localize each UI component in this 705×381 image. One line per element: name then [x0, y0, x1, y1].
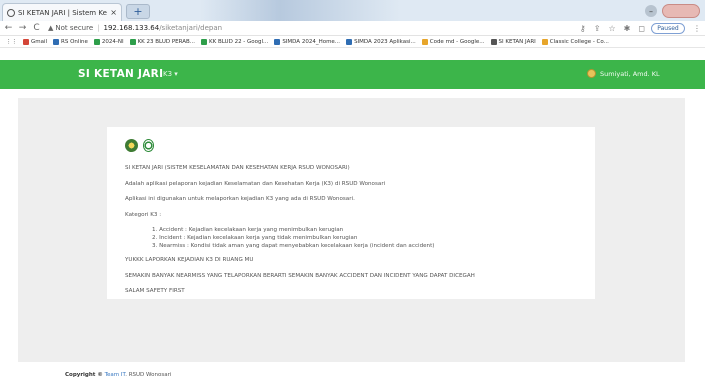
not-secure-warning-icon: ▲: [48, 24, 54, 32]
info-card: SI KETAN JARI (SISTEM KESELAMATAN DAN KE…: [107, 127, 595, 299]
bookmark-icon: [421, 38, 428, 45]
nearmiss-message: SEMAKIN BANYAK NEARMISS YANG TELAPORKAN …: [125, 272, 475, 279]
browser-tab[interactable]: SI KETAN JARI | Sistem Keselama ×: [2, 3, 122, 21]
category-item: 3. Nearmiss : Kondisi tidak aman yang da…: [152, 243, 435, 249]
user-name: Sumiyati, Amd. KL: [600, 69, 660, 78]
app-brand[interactable]: SI KETAN JARI: [78, 68, 163, 80]
app-navbar: SI KETAN JARI K3 ▾ Sumiyati, Amd. KL: [0, 60, 705, 89]
profile-chip[interactable]: [662, 4, 700, 18]
bookmarks-bar: ⋮⋮ Gmail RS Online 2024-NI KK 23 BLUD PE…: [0, 36, 705, 48]
bookmark-icon: [201, 38, 208, 45]
call-to-action: YUKKK LAPORKAN KEJADIAN K3 DI RUANG MU: [125, 257, 254, 263]
share-icon[interactable]: ⇪: [594, 24, 601, 33]
copyright-label: Copyright ©: [65, 372, 103, 378]
app-purpose: Aplikasi ini digunakan untuk melaporkan …: [125, 196, 355, 202]
bookmark-item[interactable]: KK BLUD 22 - Googl...: [201, 38, 268, 45]
menu-icon[interactable]: ⋮: [693, 24, 701, 33]
not-secure-label: Not secure: [55, 24, 94, 32]
key-icon[interactable]: ⚷: [580, 24, 586, 33]
address-bar[interactable]: ▲ Not secure | 192.168.133.64 /siketanja…: [48, 22, 572, 34]
k3-menu-dropdown[interactable]: K3 ▾: [163, 70, 178, 78]
new-tab-button[interactable]: +: [126, 4, 150, 19]
tab-title: SI KETAN JARI | Sistem Keselama: [18, 8, 107, 17]
window-minimize-icon[interactable]: –: [645, 5, 657, 17]
extensions-icon[interactable]: ✱: [624, 24, 631, 33]
category-list: 1. Accident : Kejadian kecelakaan kerja …: [152, 226, 585, 250]
sidebar-icon[interactable]: ◻: [638, 24, 645, 33]
address-path: /siketanjari/depan: [159, 24, 223, 32]
bookmark-icon: [541, 38, 548, 45]
address-separator: |: [97, 24, 100, 32]
forward-icon[interactable]: →: [17, 23, 28, 33]
bookmark-item[interactable]: SI KETAN JARI: [490, 38, 536, 45]
apps-icon[interactable]: ⋮⋮: [6, 39, 17, 45]
footer: Copyright © Team IT. RSUD Wonosari: [65, 372, 171, 378]
tab-close-icon[interactable]: ×: [110, 8, 117, 17]
user-avatar-icon: [587, 69, 596, 78]
category-heading: Kategori K3 :: [125, 211, 162, 218]
browser-tab-strip: SI KETAN JARI | Sistem Keselama × + –: [0, 0, 705, 21]
app-description: Adalah aplikasi pelaporan kejadian Kesel…: [125, 180, 386, 187]
bookmark-icon: [53, 38, 60, 45]
bookmark-icon: [129, 38, 136, 45]
bookmark-item[interactable]: Gmail: [23, 38, 47, 45]
bookmark-star-icon[interactable]: ☆: [608, 24, 615, 33]
browser-toolbar: ← → C ▲ Not secure | 192.168.133.64 /sik…: [0, 21, 705, 36]
app-description-title: SI KETAN JARI (SISTEM KESELAMATAN DAN KE…: [125, 165, 350, 171]
category-item: 1. Accident : Kejadian kecelakaan kerja …: [152, 227, 344, 233]
logo-group: [125, 139, 154, 152]
bookmark-item[interactable]: SIMDA 2024_Home...: [274, 38, 340, 45]
bookmark-item[interactable]: Code md - Google...: [421, 38, 485, 45]
bookmark-item[interactable]: Classic College - Co...: [541, 38, 609, 45]
team-link[interactable]: Team IT: [105, 372, 126, 378]
hospital-logo: [143, 139, 154, 152]
tabbar-decoration: [200, 0, 400, 21]
reload-icon[interactable]: C: [31, 23, 42, 33]
user-menu[interactable]: Sumiyati, Amd. KL: [587, 69, 660, 78]
footer-org: . RSUD Wonosari: [125, 372, 172, 378]
bookmark-item[interactable]: 2024-NI: [93, 38, 124, 45]
category-item: 2. Incident : Kejadian kecelakaan kerja …: [152, 235, 358, 241]
address-host: 192.168.133.64: [103, 24, 160, 32]
safety-greeting: SALAM SAFETY FIRST: [125, 288, 185, 294]
bookmark-item[interactable]: RS Online: [53, 38, 88, 45]
bookmark-item[interactable]: SIMDA 2023 Aplikasi...: [346, 38, 416, 45]
site-favicon-icon: [7, 8, 15, 17]
paused-profile-button[interactable]: Paused: [651, 22, 685, 34]
bookmark-icon: [490, 38, 497, 45]
regency-logo: [125, 139, 138, 152]
bookmark-item[interactable]: KK 23 BLUD PERAB...: [129, 38, 195, 45]
back-icon[interactable]: ←: [3, 23, 14, 33]
bookmark-icon: [274, 38, 281, 45]
card-body: SI KETAN JARI (SISTEM KESELAMATAN DAN KE…: [125, 164, 585, 303]
bookmark-icon: [93, 38, 100, 45]
bookmark-icon: [23, 38, 29, 45]
bookmark-icon: [346, 38, 353, 45]
